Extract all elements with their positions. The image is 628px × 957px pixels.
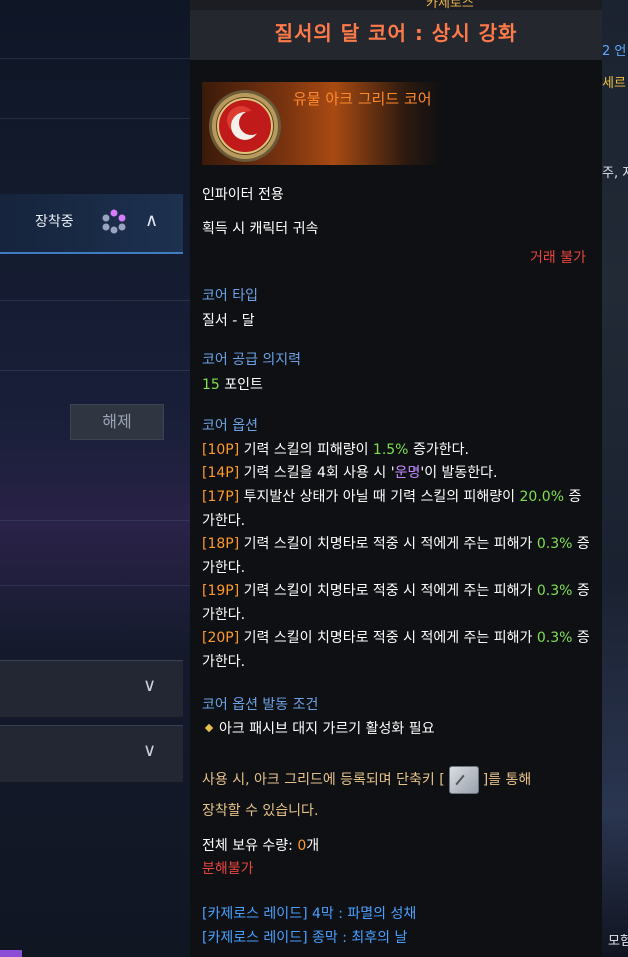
option-text: 증가한다.: [408, 442, 469, 458]
item-grade-name: 유물 아크 그리드 코어: [293, 90, 432, 108]
option-tag: [17P]: [202, 489, 240, 505]
release-button[interactable]: 해제: [70, 404, 164, 440]
owned-value: 0: [297, 838, 307, 854]
option-value: 0.3%: [536, 630, 573, 646]
option-value: 20.0%: [519, 489, 564, 505]
option-tag: [10P]: [202, 442, 240, 458]
option-text: 기력 스킬이 치명타로 적중 시 적에게 주는 피해가: [239, 583, 537, 599]
option-value: 1.5%: [372, 442, 409, 458]
option-text: 기력 스킬의 피해량이: [239, 442, 373, 458]
usage-text: 사용 시, 아크 그리드에 등록되며 단축키 [: [202, 772, 445, 788]
bullet-diamond-icon: [204, 723, 214, 733]
option-condition-header: 코어 옵션 발동 조건: [202, 697, 319, 713]
background-text: 세르: [602, 76, 626, 91]
source-link-1[interactable]: [카제로스 레이드] 4막 : 파멸의 성채: [202, 903, 416, 923]
owned-quantity: 전체 보유 수량: 0개: [202, 835, 319, 855]
trade-status: 거래 불가: [530, 250, 586, 266]
usage-notice-line2: 장착할 수 있습니다.: [202, 803, 319, 819]
option-text: 기력 스킬이 치명타로 적중 시 적에게 주는 피해가: [239, 630, 537, 646]
core-option-18p: [18P] 기력 스킬이 치명타로 적중 시 적에게 주는 피해가 0.3% 증…: [202, 533, 592, 580]
option-value: 운명: [394, 465, 421, 481]
core-type-value: 질서 - 달: [202, 313, 255, 329]
owned-unit: 개: [306, 838, 320, 854]
willpower-header: 코어 공급 의지력: [202, 352, 302, 368]
core-option-20p: [20P] 기력 스킬이 치명타로 적중 시 적에게 주는 피해가 0.3% 증…: [202, 627, 592, 674]
disassemble-status: 분해불가: [202, 861, 254, 877]
background-text: 2 언: [602, 44, 627, 59]
dropdown-row-1[interactable]: ∨: [0, 660, 183, 718]
equipment-panel: 장착중 ∧ 해제 ∨ ∨: [0, 0, 190, 957]
option-text: 투지발산 상태가 아닐 때 기력 스킬의 피해량이: [239, 489, 520, 505]
option-value: 0.3%: [536, 536, 573, 552]
background-text: 주, 저: [602, 166, 628, 181]
option-tag: [14P]: [202, 465, 240, 481]
usage-text: ]를 통해: [482, 772, 532, 788]
owned-label: 전체 보유 수량:: [202, 838, 298, 854]
option-text: 기력 스킬이 치명타로 적중 시 적에게 주는 피해가: [239, 536, 537, 552]
equipped-label: 장착중: [35, 214, 74, 230]
usage-notice-line1: 사용 시, 아크 그리드에 등록되며 단축키 [ ]를 통해: [202, 766, 597, 794]
tooltip-title: 질서의 달 코어 : 상시 강화: [190, 10, 602, 60]
dropdown-row-2[interactable]: ∨: [0, 725, 183, 783]
tooltip-top-bar: 카제로스: [190, 0, 602, 11]
willpower-value-line: 15 포인트: [202, 374, 263, 394]
option-tag: [19P]: [202, 583, 240, 599]
chevron-up-icon[interactable]: ∧: [145, 210, 158, 231]
option-tag: [18P]: [202, 536, 240, 552]
class-restriction: 인파이터 전용: [202, 187, 284, 203]
gem-slots-icon: [102, 209, 126, 234]
option-text: '이 발동한다.: [420, 465, 498, 481]
source-link-2[interactable]: [카제로스 레이드] 종막 : 최후의 날: [202, 927, 407, 947]
background-text: 모험: [608, 934, 628, 949]
binding-info: 획득 시 캐릭터 귀속: [202, 221, 319, 237]
option-tag: [20P]: [202, 630, 240, 646]
core-options-header: 코어 옵션: [202, 418, 258, 434]
option-value: 0.3%: [536, 583, 573, 599]
core-option-10p: [10P] 기력 스킬의 피해량이 1.5% 증가한다.: [202, 439, 592, 463]
chevron-down-icon[interactable]: ∨: [143, 740, 156, 761]
core-option-14p: [14P] 기력 스킬을 4회 사용 시 '운명'이 발동한다.: [202, 462, 592, 486]
background-scene: 2 언 세르 주, 저 모험: [602, 0, 628, 957]
core-option-19p: [19P] 기력 스킬이 치명타로 적중 시 적에게 주는 피해가 0.3% 증…: [202, 580, 592, 627]
chevron-down-icon[interactable]: ∨: [143, 675, 156, 696]
core-type-header: 코어 타입: [202, 288, 258, 304]
item-tooltip: 카제로스 질서의 달 코어 : 상시 강화 유물 아크 그리드 코어 인파이터 …: [190, 0, 602, 957]
option-condition: 아크 패시브 대지 가르기 활성화 필요: [204, 718, 434, 738]
shortcut-key-icon: [448, 766, 479, 794]
option-text: 기력 스킬을 4회 사용 시 ': [239, 465, 395, 481]
willpower-value: 15: [202, 377, 220, 393]
status-indicator: [0, 950, 22, 957]
condition-text: 아크 패시브 대지 가르기 활성화 필요: [219, 721, 435, 737]
equipped-core-row[interactable]: 장착중 ∧: [0, 194, 183, 254]
willpower-unit: 포인트: [219, 377, 263, 393]
moon-core-icon: [209, 90, 281, 162]
core-option-17p: [17P] 투지발산 상태가 아닐 때 기력 스킬의 피해량이 20.0% 증가…: [202, 486, 592, 533]
